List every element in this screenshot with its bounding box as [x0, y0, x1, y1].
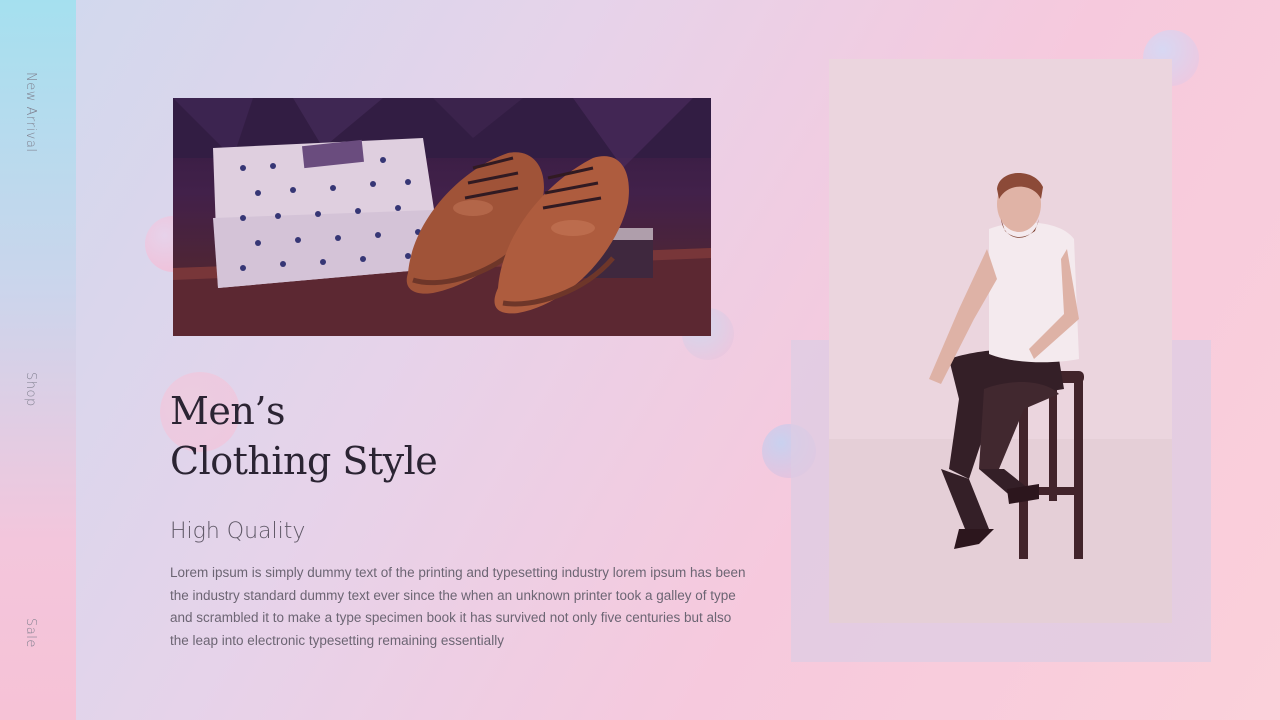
nav-label-new-arrival: New Arrival	[23, 72, 38, 153]
shoes-photo-illustration	[173, 98, 711, 336]
nav-sale[interactable]: Sale	[23, 618, 68, 648]
title-line-2: Clothing Style	[170, 439, 438, 483]
nav-shop[interactable]: Shop	[23, 372, 73, 407]
slide: New Arrival Shop Sale Men’s Clothing Sty…	[0, 0, 1280, 720]
body-paragraph: Lorem ipsum is simply dummy text of the …	[170, 565, 746, 648]
nav-label-sale: Sale	[23, 618, 38, 648]
page-title: Men’s Clothing Style	[170, 386, 438, 486]
shoes-photo	[173, 98, 711, 336]
model-photo-illustration	[829, 59, 1172, 623]
model-photo	[829, 59, 1172, 623]
subtitle: High Quality	[170, 519, 306, 544]
nav-new-arrival[interactable]: New Arrival	[23, 72, 118, 152]
nav-label-shop: Shop	[23, 372, 38, 407]
title-line-1: Men’s	[170, 389, 285, 433]
side-nav: New Arrival Shop Sale	[0, 0, 76, 720]
